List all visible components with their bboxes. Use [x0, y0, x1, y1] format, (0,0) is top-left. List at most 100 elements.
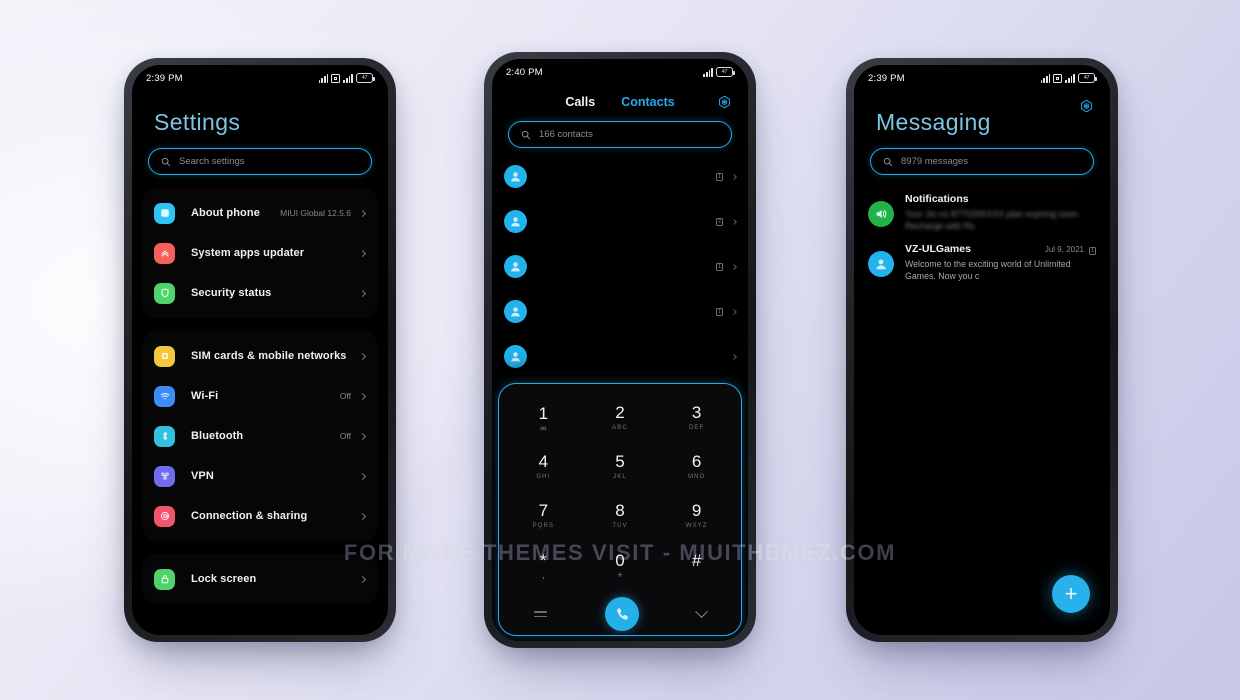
settings-screen: 2:39 PM 47 Settings Search settings Abou… [132, 65, 388, 635]
dialpad-key-7[interactable]: 7 PQRS [505, 492, 582, 539]
settings-row-connection-sharing[interactable]: Connection & sharing [142, 496, 378, 536]
sim-badge: 1 [716, 262, 723, 271]
tab-calls[interactable]: Calls [565, 95, 595, 109]
contacts-search-input[interactable]: 166 contacts [508, 121, 732, 148]
settings-row-security-status[interactable]: Security status [142, 273, 378, 313]
search-input[interactable]: Search settings [148, 148, 372, 175]
thread-title: Notifications [905, 193, 969, 205]
key-sublabel: MNO [688, 473, 706, 480]
dialpad-key-8[interactable]: 8 TUV [582, 492, 659, 539]
thread-header: Notifications [905, 193, 1096, 205]
tab-contacts[interactable]: Contacts [621, 95, 674, 109]
key-sublabel: GHI [536, 473, 551, 480]
settings-row-vpn[interactable]: VPN [142, 456, 378, 496]
dialpad-key-5[interactable]: 5 JKL [582, 443, 659, 490]
dialer-settings-button[interactable] [717, 95, 732, 115]
dialpad-key-3[interactable]: 3 DEF [658, 394, 735, 441]
settings-row-value: MIUI Global 12.5.6 [280, 208, 351, 218]
thread-body: VZ-ULGames Jul 9, 2021 1 Welcome to the … [905, 243, 1096, 283]
settings-row-wifi[interactable]: Wi-Fi Off [142, 376, 378, 416]
settings-row-label: SIM cards & mobile networks [191, 350, 347, 362]
signal-bars-icon [703, 67, 713, 77]
phone-messaging: 2:39 PM 47 Messaging 8979 messages Notif… [846, 58, 1118, 642]
key-number: 8 [615, 500, 625, 520]
status-time: 2:39 PM [868, 72, 905, 84]
sim-signal-icon [331, 73, 341, 83]
settings-row-label: Wi-Fi [191, 390, 219, 402]
contact-list-item[interactable]: 1 [492, 244, 748, 289]
phone-settings: 2:39 PM 47 Settings Search settings Abou… [124, 58, 396, 642]
key-number: 0 [615, 551, 625, 570]
new-message-fab[interactable]: + [1052, 575, 1090, 613]
contact-list-item[interactable] [492, 334, 748, 379]
wallpaper-mockup-stage: 2:39 PM 47 Settings Search settings Abou… [0, 0, 1240, 700]
key-number: # [691, 551, 702, 570]
dialpad-key-9[interactable]: 9 WXYZ [658, 492, 735, 539]
search-icon [883, 157, 893, 166]
dialpad-keys: 1 ∞ 2 ABC 3 DEF 4 GHI 5 JKL 6 MNO 7 PQRS 8 TUV 9… [505, 394, 735, 588]
key-number: 7 [538, 500, 549, 520]
contact-avatar-icon [504, 255, 527, 278]
settings-row-sim-cards[interactable]: SIM cards & mobile networks [142, 336, 378, 376]
settings-row-value: Off [339, 431, 351, 441]
dialpad-key-1[interactable]: 1 ∞ [505, 394, 582, 441]
settings-row-label: Connection & sharing [191, 510, 308, 522]
dialpad-key-star[interactable]: *, [505, 541, 582, 588]
chevron-right-icon [358, 575, 367, 583]
contact-list-item[interactable]: 1 [492, 289, 748, 334]
about-phone-icon [154, 202, 175, 224]
key-sublabel: PQRS [532, 522, 555, 529]
key-number: * [540, 551, 547, 570]
gear-icon [719, 95, 730, 109]
connection-sharing-icon [154, 505, 175, 527]
dialer-screen: 2:40 PM 47 Calls Contacts 166 contacts 1… [492, 59, 748, 641]
keyboard-icon[interactable] [534, 610, 547, 618]
messages-search-input[interactable]: 8979 messages [870, 148, 1094, 175]
status-icons: 47 [703, 67, 735, 77]
key-number: 4 [538, 451, 549, 471]
messaging-screen: 2:39 PM 47 Messaging 8979 messages Notif… [854, 65, 1110, 635]
contact-list-item[interactable]: 2 [492, 199, 748, 244]
key-sublabel: ABC [612, 424, 628, 431]
sim-badge: 1 [716, 307, 723, 316]
dialpad-key-hash[interactable]: # [658, 541, 735, 588]
dialpad-key-4[interactable]: 4 GHI [505, 443, 582, 490]
thread-date: Jul 9, 2021 [1044, 244, 1084, 254]
key-sublabel: JKL [613, 473, 627, 480]
settings-row-bluetooth[interactable]: Bluetooth Off [142, 416, 378, 456]
status-time: 2:40 PM [506, 66, 543, 78]
vpn-icon [154, 465, 175, 487]
settings-row-lock-screen[interactable]: Lock screen [142, 559, 378, 599]
contact-avatar-icon [868, 250, 894, 277]
message-thread-list: Notifications Your Jio no 877029XXXX pla… [854, 183, 1110, 283]
contacts-list: 1 2 1 1 [492, 154, 748, 379]
chevron-right-icon [731, 218, 737, 225]
contact-avatar-icon [504, 210, 527, 233]
messaging-settings-button[interactable] [1079, 99, 1094, 119]
dialpad-key-0[interactable]: 0 + [582, 541, 659, 588]
signal-bars-2-icon [343, 73, 353, 83]
thread-body: Notifications Your Jio no 877029XXXX pla… [905, 193, 1096, 233]
settings-row-about-phone[interactable]: About phone MIUI Global 12.5.6 [142, 193, 378, 233]
settings-row-label: Security status [191, 287, 272, 299]
settings-row-system-apps-updater[interactable]: System apps updater [142, 233, 378, 273]
wifi-icon [154, 385, 175, 407]
chevron-right-icon [731, 308, 737, 315]
call-button[interactable] [605, 597, 639, 631]
sim-card-icon [154, 345, 175, 367]
key-sublabel: DEF [689, 424, 705, 431]
dialpad-key-2[interactable]: 2 ABC [582, 394, 659, 441]
message-thread-item[interactable]: VZ-ULGames Jul 9, 2021 1 Welcome to the … [854, 233, 1110, 283]
settings-group-2: SIM cards & mobile networks Wi-Fi Off Bl… [142, 331, 378, 541]
message-thread-item[interactable]: Notifications Your Jio no 877029XXXX pla… [854, 183, 1110, 233]
signal-bars-icon [1040, 73, 1051, 83]
page-title: Settings [154, 109, 241, 135]
search-placeholder: Search settings [179, 156, 245, 167]
key-sublabel: TUV [612, 522, 628, 529]
chevron-down-icon[interactable] [695, 604, 708, 618]
settings-row-label: Lock screen [191, 573, 257, 585]
key-sublabel: + [617, 570, 623, 580]
contact-list-item[interactable]: 1 [492, 154, 748, 199]
signal-bars-2-icon [1065, 73, 1075, 83]
dialpad-key-6[interactable]: 6 MNO [658, 443, 735, 490]
